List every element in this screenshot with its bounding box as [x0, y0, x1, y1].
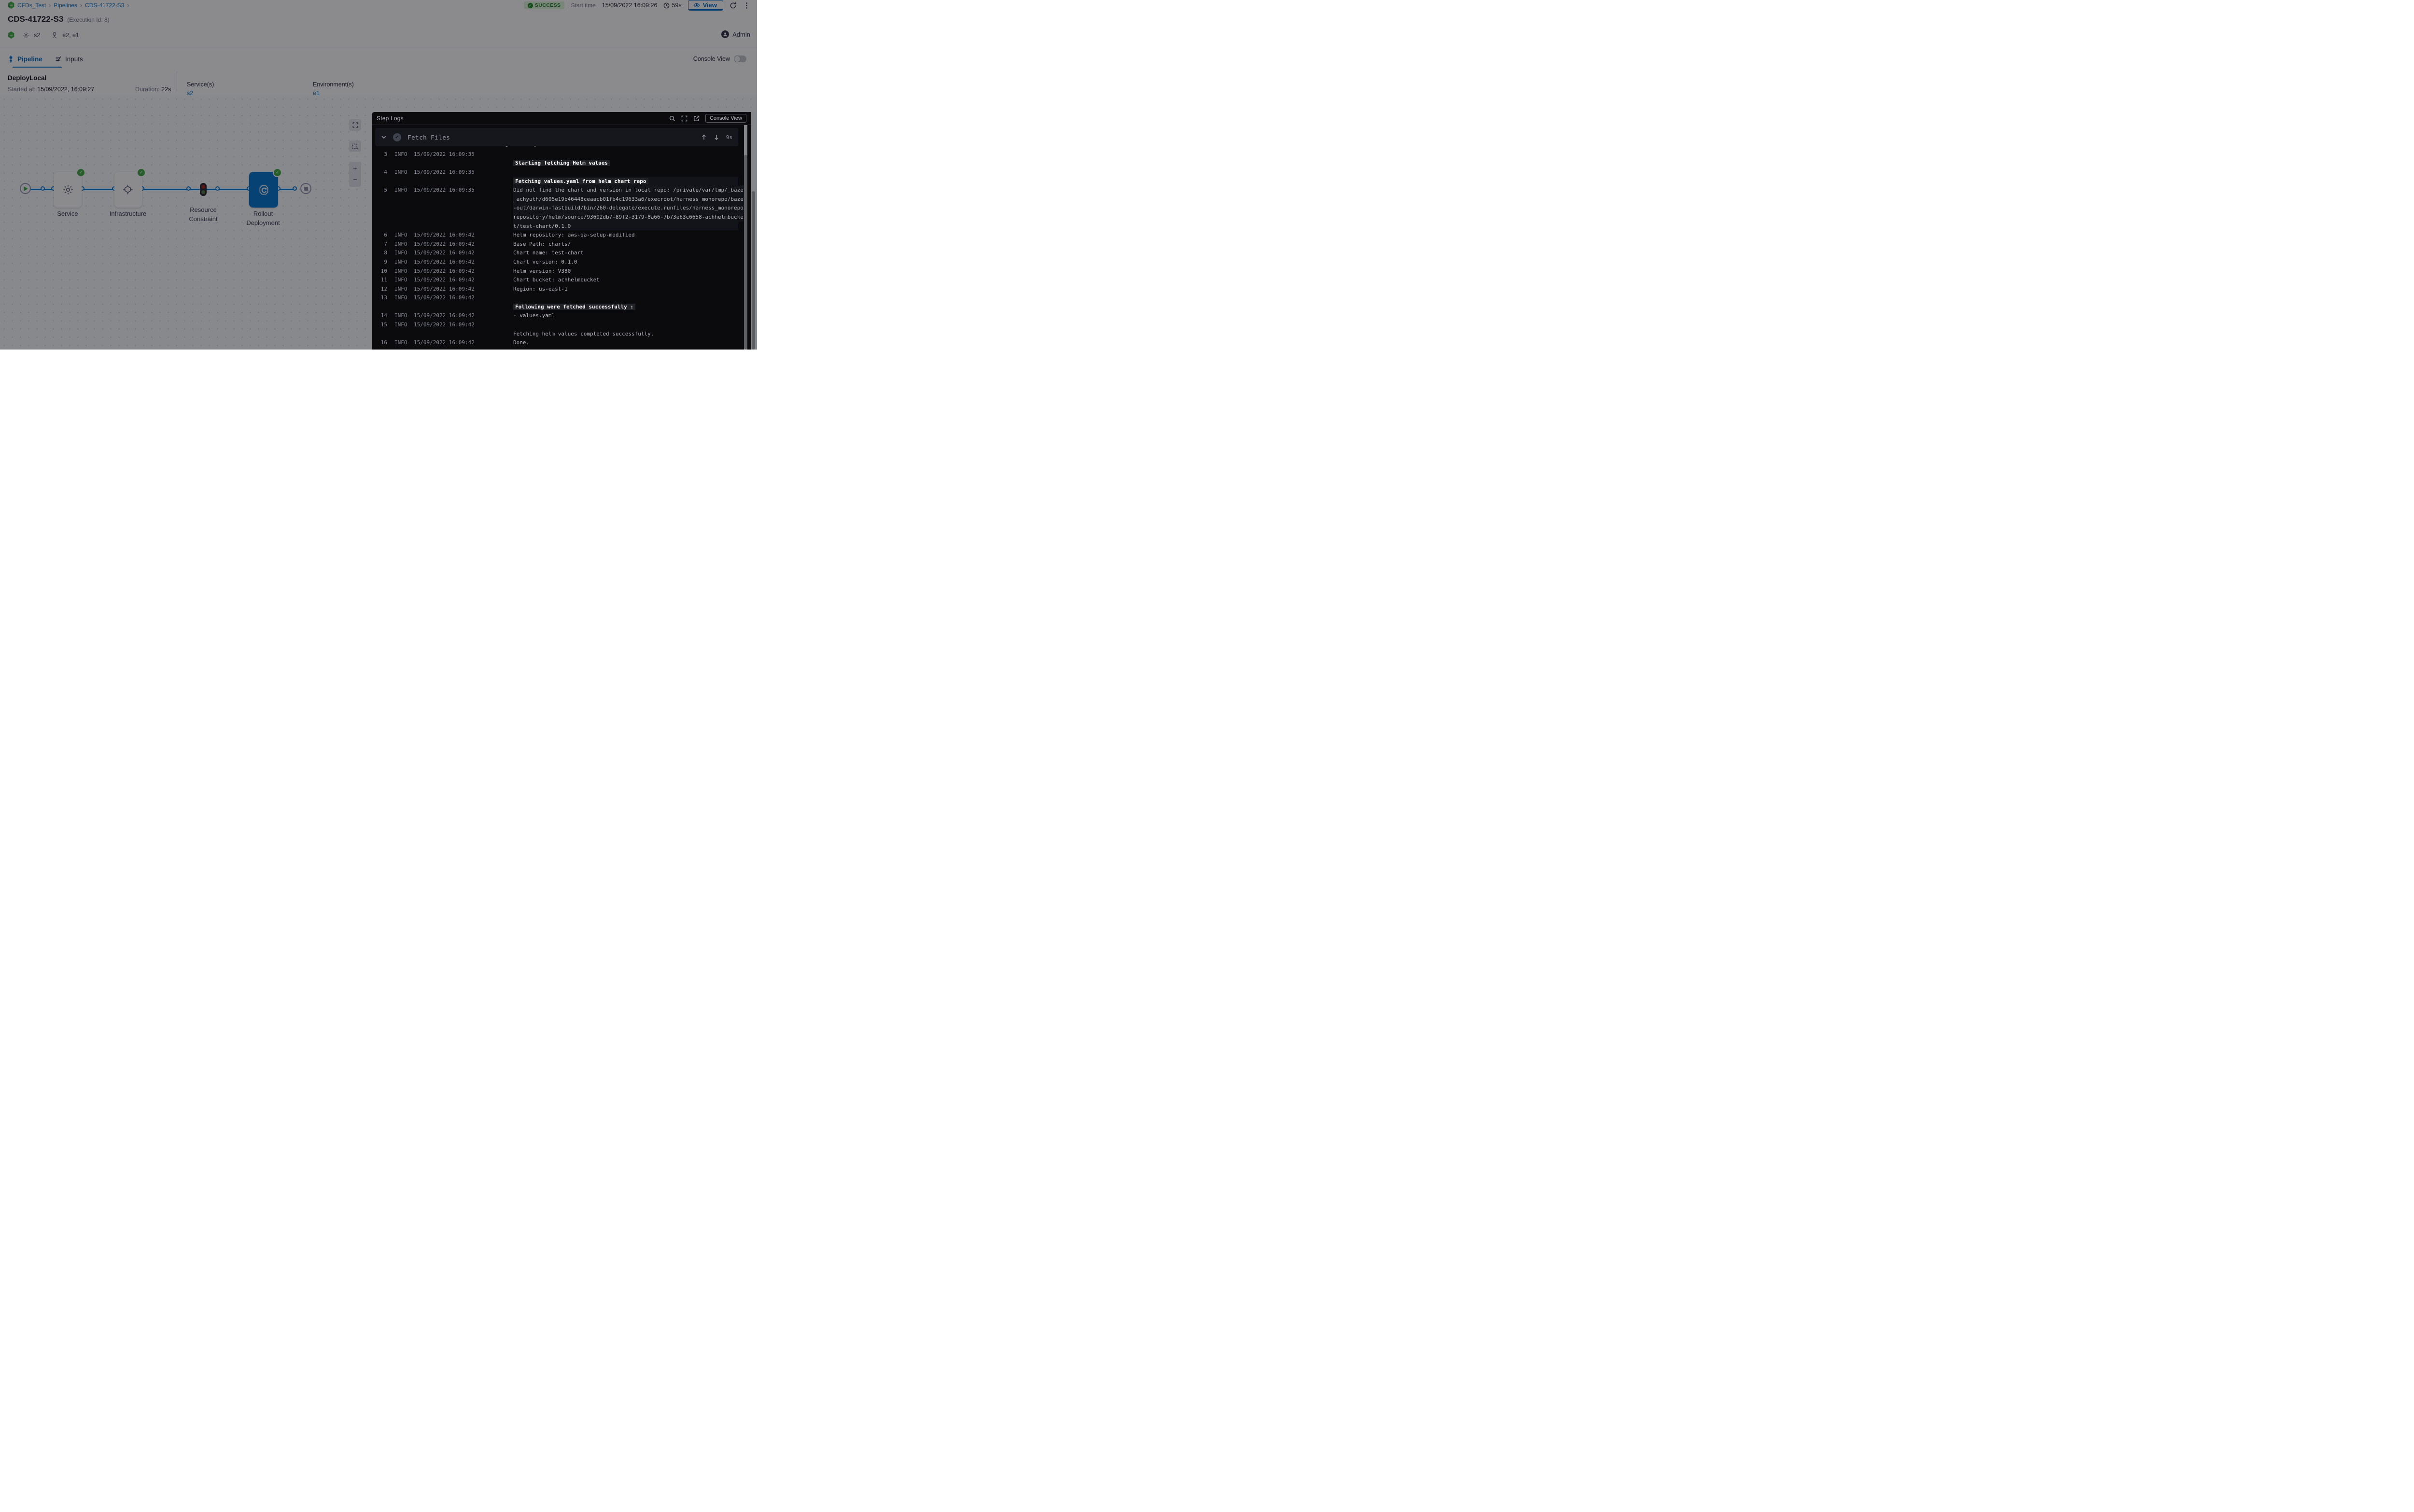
log-scrollbar-thumb[interactable]	[744, 155, 747, 350]
page-scrollbar-thumb[interactable]	[752, 191, 755, 350]
log-line: Starting fetching Helm values	[372, 159, 738, 168]
step-logs-drawer: Step Logs Console View ✓ Fetch Files 9s …	[372, 112, 751, 350]
drawer-title: Step Logs	[377, 115, 404, 122]
log-line: 7INFO15/09/2022 16:09:42Base Path: chart…	[372, 239, 738, 249]
open-in-new-icon[interactable]	[693, 115, 700, 122]
log-lines: 3INFO15/09/2022 16:09:35Starting fetchin…	[372, 150, 738, 347]
log-line: 8INFO15/09/2022 16:09:42Chart name: test…	[372, 249, 738, 258]
log-line: repository/helm/source/93602db7-89f2-317…	[372, 212, 738, 222]
log-line: 3INFO15/09/2022 16:09:35	[372, 150, 738, 159]
log-line: t/test-chart/0.1.0	[372, 222, 738, 231]
page-scrollbar[interactable]	[751, 112, 756, 350]
log-scrollbar[interactable]	[744, 125, 747, 350]
step-duration: 9s	[726, 134, 732, 140]
log-line: Fetching values.yaml from helm chart rep…	[372, 177, 738, 186]
log-line: 6INFO15/09/2022 16:09:42Helm repository:…	[372, 230, 738, 239]
log-line: 15INFO15/09/2022 16:09:42	[372, 320, 738, 329]
step-success-icon: ✓	[393, 133, 401, 141]
chevron-down-icon[interactable]	[381, 134, 387, 140]
console-view-button[interactable]: Console View	[705, 114, 746, 123]
step-section-header[interactable]: ✓ Fetch Files 9s	[375, 128, 738, 146]
log-line: 13INFO15/09/2022 16:09:42	[372, 294, 738, 303]
log-line: _achyuth/d605e19b46448ceaacb01fb4c19633a…	[372, 195, 738, 204]
log-line: 16INFO15/09/2022 16:09:42Done.	[372, 338, 738, 347]
log-line: 12INFO15/09/2022 16:09:42Region: us-east…	[372, 284, 738, 294]
log-line: 11INFO15/09/2022 16:09:42Chart bucket: a…	[372, 275, 738, 284]
log-line: Following were fetched successfully :	[372, 302, 738, 311]
log-line: 4INFO15/09/2022 16:09:35	[372, 168, 738, 177]
log-line: 9INFO15/09/2022 16:09:42Chart version: 0…	[372, 257, 738, 266]
log-line: 5INFO15/09/2022 16:09:35Did not find the…	[372, 185, 738, 195]
search-icon[interactable]	[669, 115, 675, 122]
log-line: -out/darwin-fastbuild/bin/260-delegate/e…	[372, 204, 738, 213]
drawer-header: Step Logs Console View	[372, 112, 751, 125]
log-line: 10INFO15/09/2022 16:09:42Helm version: V…	[372, 266, 738, 276]
arrow-up-icon[interactable]	[701, 134, 707, 140]
log-line: 14INFO15/09/2022 16:09:42- values.yaml	[372, 311, 738, 321]
arrow-down-icon[interactable]	[714, 134, 719, 140]
clipped-log-line: m go:11716 }	[499, 146, 673, 150]
log-line: Fetching helm values completed successfu…	[372, 329, 738, 338]
step-name: Fetch Files	[407, 134, 450, 141]
maximize-icon[interactable]	[681, 115, 688, 122]
